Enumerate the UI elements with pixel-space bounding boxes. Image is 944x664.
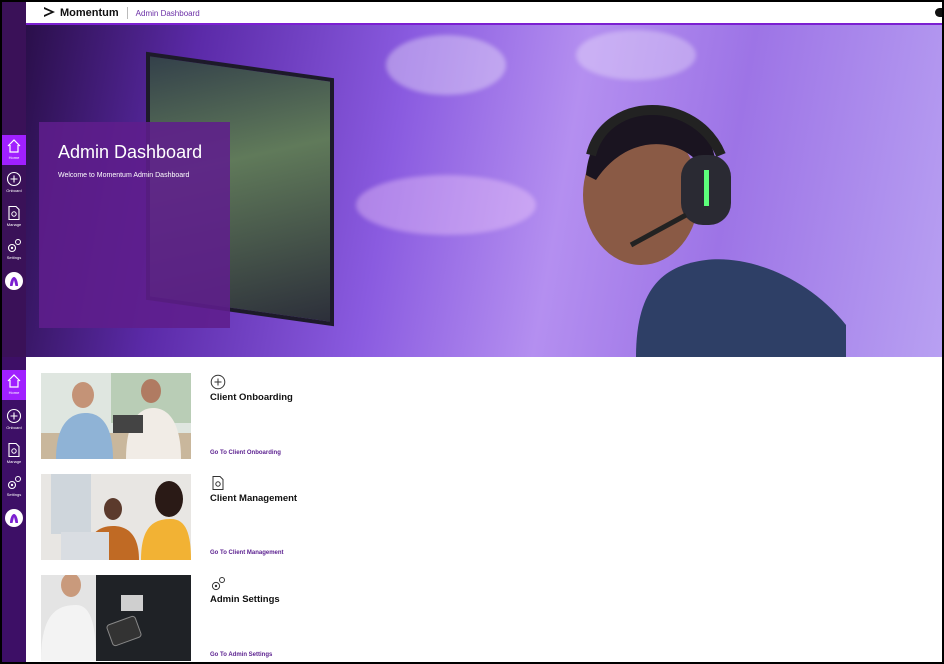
document-gear-icon bbox=[8, 205, 20, 221]
sidebar-item-label: Home bbox=[8, 390, 20, 395]
sidebar-item-home[interactable]: Home bbox=[2, 370, 26, 400]
hero-light-glow bbox=[576, 30, 696, 80]
document-gear-icon bbox=[8, 442, 20, 458]
sidebar-item-label: Home bbox=[8, 155, 20, 160]
document-gear-icon bbox=[212, 476, 224, 490]
gears-icon bbox=[7, 239, 21, 253]
sidebar-item-onboard[interactable]: Onboard bbox=[2, 168, 26, 198]
brand-name: Momentum bbox=[60, 7, 119, 19]
user-avatar[interactable] bbox=[5, 509, 23, 527]
go-to-admin-settings-link[interactable]: Go To Admin Settings bbox=[210, 652, 272, 658]
home-icon bbox=[7, 374, 21, 388]
go-to-client-onboarding-link[interactable]: Go To Client Onboarding bbox=[210, 450, 281, 456]
sidebar-item-home[interactable]: Home bbox=[2, 135, 26, 165]
go-to-client-management-link[interactable]: Go To Client Management bbox=[210, 550, 284, 556]
hero-banner: Admin Dashboard Welcome to Momentum Admi… bbox=[26, 25, 942, 357]
card-title: Admin Settings bbox=[210, 594, 280, 605]
plus-circle-icon bbox=[6, 171, 22, 187]
sidebar-item-onboard[interactable]: Onboard bbox=[2, 405, 26, 435]
hero-gamer-image bbox=[583, 105, 846, 357]
plus-circle-icon bbox=[210, 374, 226, 390]
sidebar-item-label: Manage bbox=[6, 459, 22, 464]
user-avatar-icon bbox=[10, 514, 18, 523]
user-menu-icon[interactable] bbox=[935, 8, 942, 17]
user-avatar[interactable] bbox=[5, 272, 23, 290]
card-image-onboarding bbox=[41, 373, 191, 459]
sidebar-item-settings[interactable]: Settings bbox=[2, 235, 26, 265]
header-divider bbox=[126, 7, 128, 19]
sidebar-item-manage[interactable]: Manage bbox=[2, 202, 26, 232]
user-avatar-icon bbox=[10, 277, 18, 286]
hero-overlay-panel: Admin Dashboard Welcome to Momentum Admi… bbox=[39, 122, 230, 328]
home-icon bbox=[7, 139, 21, 153]
sidebar-item-manage[interactable]: Manage bbox=[2, 439, 26, 469]
card-title: Client Onboarding bbox=[210, 392, 293, 403]
card-admin-settings: Admin Settings Go To Admin Settings bbox=[41, 575, 901, 661]
card-client-management: Client Management Go To Client Managemen… bbox=[41, 474, 901, 560]
sidebar-item-label: Settings bbox=[6, 255, 22, 260]
gears-icon bbox=[211, 577, 225, 591]
hero-light-glow bbox=[386, 35, 506, 95]
chevron-right-logo-icon bbox=[44, 7, 55, 17]
hero-light-glow bbox=[356, 175, 536, 235]
card-image-management bbox=[41, 474, 191, 560]
sidebar-item-label: Manage bbox=[6, 222, 22, 227]
hero-subtitle: Welcome to Momentum Admin Dashboard bbox=[58, 172, 190, 179]
sidebar-nav-secondary: Home Onboard Manage Settings bbox=[2, 357, 26, 662]
momentum-logo[interactable]: Momentum bbox=[42, 6, 119, 20]
breadcrumb[interactable]: Admin Dashboard bbox=[136, 9, 200, 18]
card-client-onboarding: Client Onboarding Go To Client Onboardin… bbox=[41, 373, 901, 459]
sidebar-nav-primary: Home Onboard Manage Settings bbox=[2, 2, 26, 357]
plus-circle-icon bbox=[6, 408, 22, 424]
hero-title: Admin Dashboard bbox=[58, 142, 203, 162]
sidebar-item-label: Onboard bbox=[6, 188, 22, 193]
gears-icon bbox=[7, 476, 21, 490]
card-title: Client Management bbox=[210, 493, 298, 504]
sidebar-item-settings[interactable]: Settings bbox=[2, 472, 26, 502]
top-header: Momentum Admin Dashboard bbox=[26, 2, 942, 24]
card-image-settings bbox=[41, 575, 191, 661]
sidebar-item-label: Settings bbox=[6, 492, 22, 497]
sidebar-item-label: Onboard bbox=[6, 425, 22, 430]
